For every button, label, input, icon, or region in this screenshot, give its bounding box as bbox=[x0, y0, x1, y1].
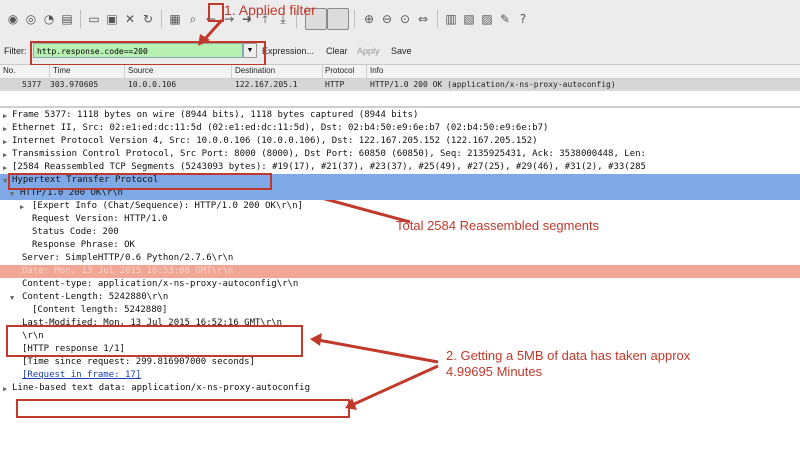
annotation-total-segments: Total 2584 Reassembled segments bbox=[396, 218, 600, 233]
print-icon[interactable]: ▦ bbox=[168, 12, 182, 26]
record-icon[interactable]: ◉ bbox=[6, 12, 20, 26]
column-divider[interactable] bbox=[124, 65, 125, 78]
clear-button[interactable]: Clear bbox=[326, 46, 348, 56]
pane-divider[interactable] bbox=[0, 92, 800, 108]
coloring-rules-icon[interactable]: ▨ bbox=[480, 12, 494, 26]
packet-protocol: HTTP bbox=[325, 80, 345, 89]
open-icon[interactable]: ▭ bbox=[87, 12, 101, 26]
help-icon[interactable]: ? bbox=[516, 12, 530, 26]
content-length-box bbox=[6, 325, 303, 357]
expand-triangle-icon[interactable]: ▶ bbox=[3, 151, 7, 159]
annotation-getting-5mb-line1: 2. Getting a 5MB of data has taken appro… bbox=[446, 348, 691, 363]
packet-info: HTTP/1.0 200 OK (application/x-ns-proxy-… bbox=[370, 80, 616, 89]
detail-ip[interactable]: Internet Protocol Version 4, Src: 10.0.0… bbox=[12, 135, 538, 148]
expand-triangle-icon[interactable]: ▶ bbox=[3, 138, 7, 146]
detail-content-length-inner[interactable]: [Content length: 5242880] bbox=[32, 304, 167, 317]
detail-date[interactable]: Date: Mon, 13 Jul 2015 16:53:06 GMT\r\n bbox=[22, 265, 233, 278]
packet-time: 303.970605 bbox=[50, 80, 99, 89]
main-toolbar: ◉ ◎ ◔ ▤ ▭ ▣ ✕ ↻ ▦ ⌕ ← → ➜ ⤒ ⤓ ⊕ ⊖ ⊙ ⇔ ▥ … bbox=[0, 0, 800, 39]
filter-highlight-box bbox=[30, 41, 266, 66]
toolbar-separator bbox=[80, 10, 81, 28]
packet-no: 5377 bbox=[22, 80, 42, 89]
find-icon[interactable]: ⌕ bbox=[186, 12, 200, 26]
restart-icon[interactable]: ◔ bbox=[42, 12, 56, 26]
zoom-in-icon[interactable]: ⊕ bbox=[362, 12, 376, 26]
detail-status-code[interactable]: Status Code: 200 bbox=[32, 226, 119, 239]
expand-triangle-icon[interactable]: ▶ bbox=[20, 203, 24, 211]
collapse-triangle-icon[interactable]: ▼ bbox=[10, 294, 14, 302]
column-divider[interactable] bbox=[366, 65, 367, 78]
autoscroll-icon[interactable] bbox=[327, 8, 349, 30]
toolbar-separator bbox=[161, 10, 162, 28]
detail-time-since-request[interactable]: [Time since request: 299.816907000 secon… bbox=[22, 356, 255, 369]
zoom-out-icon[interactable]: ⊖ bbox=[380, 12, 394, 26]
resize-columns-icon[interactable]: ⇔ bbox=[416, 12, 430, 26]
detail-content-type[interactable]: Content-type: application/x-ns-proxy-aut… bbox=[22, 278, 298, 291]
expand-triangle-icon[interactable]: ▶ bbox=[3, 164, 7, 172]
zoom-normal-icon[interactable]: ⊙ bbox=[398, 12, 412, 26]
toolbar-separator bbox=[437, 10, 438, 28]
column-divider[interactable] bbox=[322, 65, 323, 78]
preferences-icon[interactable]: ✎ bbox=[498, 12, 512, 26]
expand-triangle-icon[interactable]: ▶ bbox=[3, 385, 7, 393]
column-protocol[interactable]: Protocol bbox=[325, 66, 354, 75]
column-time[interactable]: Time bbox=[53, 66, 70, 75]
collapse-triangle-icon[interactable]: ▼ bbox=[3, 177, 7, 185]
expand-triangle-icon[interactable]: ▶ bbox=[3, 125, 7, 133]
detail-server[interactable]: Server: SimpleHTTP/0.6 Python/2.7.6\r\n bbox=[22, 252, 233, 265]
detail-frame[interactable]: Frame 5377: 1118 bytes on wire (8944 bit… bbox=[12, 109, 418, 122]
column-divider[interactable] bbox=[231, 65, 232, 78]
packet-destination: 122.167.205.1 bbox=[235, 80, 298, 89]
detail-ethernet[interactable]: Ethernet II, Src: 02:e1:ed:dc:11:5d (02:… bbox=[12, 122, 548, 135]
close-icon[interactable]: ✕ bbox=[123, 12, 137, 26]
column-destination[interactable]: Destination bbox=[235, 66, 275, 75]
options-icon[interactable]: ▤ bbox=[60, 12, 74, 26]
apply-button[interactable]: Apply bbox=[357, 46, 380, 56]
detail-line-based-text[interactable]: Line-based text data: application/x-ns-p… bbox=[12, 382, 310, 395]
applied-filter-toolbar-box bbox=[208, 3, 224, 22]
detail-response-phrase[interactable]: Response Phrase: OK bbox=[32, 239, 135, 252]
expand-triangle-icon[interactable]: ▶ bbox=[3, 112, 7, 120]
packet-list-header: No. Time Source Destination Protocol Inf… bbox=[0, 65, 800, 79]
stop-icon[interactable]: ◎ bbox=[24, 12, 38, 26]
filter-label: Filter: bbox=[4, 46, 27, 56]
column-info[interactable]: Info bbox=[370, 66, 383, 75]
annotation-getting-5mb-line2: 4.99695 Minutes bbox=[446, 364, 543, 379]
expression-button[interactable]: Expression... bbox=[262, 46, 314, 56]
save-filter-button[interactable]: Save bbox=[391, 46, 412, 56]
time-since-request-box bbox=[16, 399, 350, 418]
annotation-applied-filter: 1. Applied filter bbox=[224, 2, 316, 18]
packet-row[interactable]: 5377 303.970605 10.0.0.106 122.167.205.1… bbox=[0, 79, 800, 91]
toolbar-separator bbox=[354, 10, 355, 28]
display-filters-icon[interactable]: ▧ bbox=[462, 12, 476, 26]
detail-tcp[interactable]: Transmission Control Protocol, Src Port:… bbox=[12, 148, 646, 161]
save-icon[interactable]: ▣ bbox=[105, 12, 119, 26]
packet-source: 10.0.0.106 bbox=[128, 80, 177, 89]
detail-request-in-frame[interactable]: [Request in frame: 17] bbox=[22, 369, 141, 382]
column-divider[interactable] bbox=[49, 65, 50, 78]
reload-icon[interactable]: ↻ bbox=[141, 12, 155, 26]
column-no[interactable]: No. bbox=[3, 66, 15, 75]
capture-filters-icon[interactable]: ▥ bbox=[444, 12, 458, 26]
detail-request-version[interactable]: Request Version: HTTP/1.0 bbox=[32, 213, 167, 226]
column-source[interactable]: Source bbox=[128, 66, 153, 75]
reassembled-segments-box bbox=[8, 173, 272, 190]
detail-content-length[interactable]: Content-Length: 5242880\r\n bbox=[22, 291, 168, 304]
collapse-triangle-icon[interactable]: ▼ bbox=[10, 190, 14, 198]
detail-expert-info[interactable]: [Expert Info (Chat/Sequence): HTTP/1.0 2… bbox=[32, 200, 303, 213]
